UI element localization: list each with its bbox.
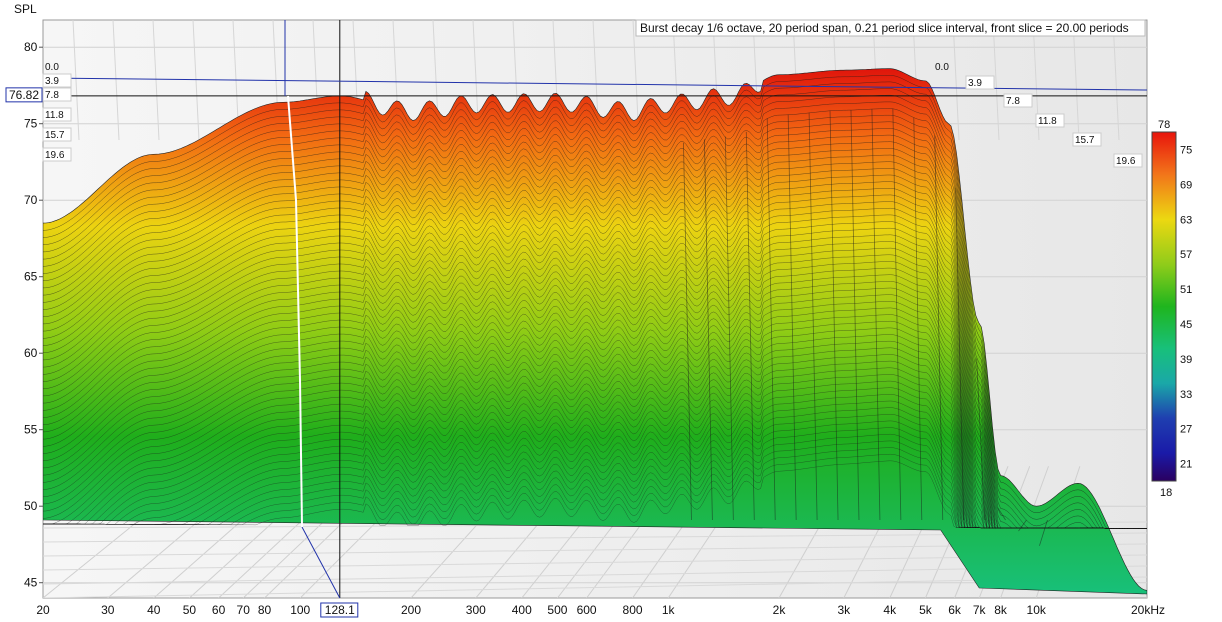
- period-label-left: 11.8: [45, 110, 64, 121]
- colorbar-label: 75: [1180, 144, 1192, 156]
- x-tick-label: 2k: [773, 603, 787, 617]
- period-label-left: 7.8: [45, 90, 59, 101]
- x-axis: 20 30 40 50 60 70 80 100 200 300 400 500 600 800 1k 2k 3…: [36, 603, 1165, 617]
- colorbar: [1151, 131, 1177, 482]
- y-axis-label: SPL: [14, 2, 37, 16]
- x-tick-label: 100: [290, 603, 310, 617]
- y-tick-label: 65: [24, 270, 38, 284]
- period-label-right: 11.8: [1038, 116, 1057, 127]
- y-tick-label: 75: [24, 117, 38, 131]
- y-tick-label: 70: [24, 193, 38, 207]
- y-tick-label: 80: [24, 40, 38, 54]
- x-grid-line: [1146, 595, 1147, 598]
- x-tick-label: 600: [577, 603, 597, 617]
- y-tick-label: 45: [24, 576, 38, 590]
- colorbar-label: 78: [1158, 119, 1170, 131]
- x-tick-label: 40: [147, 603, 161, 617]
- period-label-left: 0.0: [45, 62, 59, 73]
- x-tick-label: 5k: [919, 603, 933, 617]
- period-label-right: 0.0: [935, 62, 949, 73]
- x-tick-label: 20: [36, 603, 50, 617]
- x-tick-label: 50: [183, 603, 197, 617]
- period-label-left: 3.9: [45, 76, 59, 87]
- x-tick-label: 30: [101, 603, 115, 617]
- colorbar-label: 69: [1180, 179, 1192, 191]
- cursor-y-label: 76.82: [9, 88, 39, 102]
- period-label-left: 19.6: [45, 150, 65, 161]
- x-tick-label: 6k: [948, 603, 962, 617]
- x-tick-label: 60: [212, 603, 226, 617]
- y-tick-label: 55: [24, 423, 38, 437]
- period-label-right: 7.8: [1006, 96, 1020, 107]
- x-tick-label: 800: [623, 603, 643, 617]
- x-tick-label: 300: [466, 603, 486, 617]
- period-label-right: 3.9: [968, 78, 982, 89]
- colorbar-label: 39: [1180, 354, 1192, 366]
- colorbar-label: 21: [1180, 459, 1192, 471]
- x-tick-label: 4k: [883, 603, 897, 617]
- x-tick-label: 500: [547, 603, 567, 617]
- colorbar-label: 57: [1180, 249, 1192, 261]
- waterfall-chart: 128.1 76.82 80 75 70 65 60 55 50 45 20 30 40 50 60 70…: [5, 2, 1192, 618]
- period-label-right: 15.7: [1075, 135, 1095, 146]
- colorbar-label: 33: [1180, 389, 1192, 401]
- y-tick-label: 60: [24, 346, 38, 360]
- x-tick-label: 7k: [973, 603, 987, 617]
- x-tick-label: 200: [401, 603, 421, 617]
- colorbar-label: 63: [1180, 214, 1192, 226]
- colorbar-label: 51: [1180, 284, 1192, 296]
- y-axis: 80 75 70 65 60 55 50 45: [24, 40, 43, 590]
- chart-title: Burst decay 1/6 octave, 20 period span, …: [640, 21, 1129, 35]
- colorbar-label: 18: [1160, 487, 1172, 499]
- colorbar-label: 45: [1180, 319, 1192, 331]
- x-tick-label: 400: [512, 603, 532, 617]
- x-tick-label: 80: [258, 603, 272, 617]
- x-tick-label: 20kHz: [1131, 603, 1165, 617]
- x-tick-label: 3k: [837, 603, 851, 617]
- x-tick-label: 70: [237, 603, 251, 617]
- colorbar-label: 27: [1180, 424, 1192, 436]
- y-tick-label: 50: [24, 499, 38, 513]
- x-tick-label: 1k: [662, 603, 676, 617]
- x-tick-label: 8k: [994, 603, 1008, 617]
- period-label-left: 15.7: [45, 130, 65, 141]
- cursor-x-label: 128.1: [325, 603, 355, 617]
- x-tick-label: 10k: [1027, 603, 1047, 617]
- period-label-right: 19.6: [1116, 156, 1136, 167]
